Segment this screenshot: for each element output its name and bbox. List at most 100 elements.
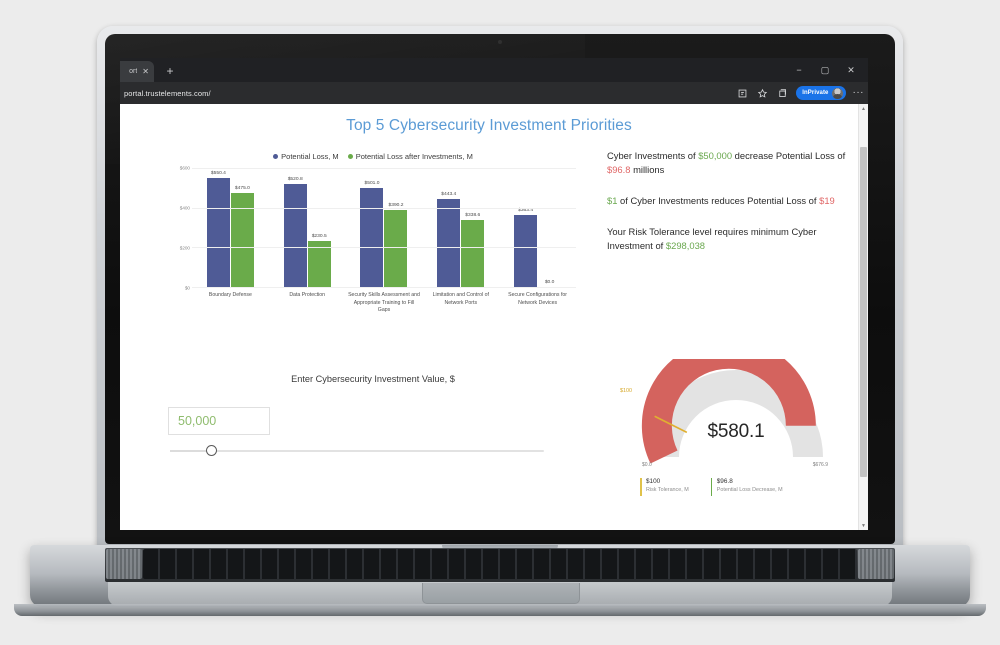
immersive-reader-icon[interactable] [736,87,749,100]
browser-address-bar[interactable]: portal.trustelements.com/ InPrivate ··· [120,82,868,104]
x-axis-tick: Secure Configurations for Network Device… [508,292,567,306]
bar[interactable]: $501.0 [360,181,384,287]
gauge-legend-item-1: $96.8 Potential Loss Decrease, M [710,477,783,496]
bar-value-label: $338.6 [465,212,481,218]
insight-value: $96.8 [607,163,631,175]
insight-text: Cyber Investments of [607,150,699,161]
bar-value-label: $363.4 [518,207,534,213]
gauge-legend-value: $100 [646,478,661,485]
laptop-foot [14,604,986,616]
y-axis-tick: $200 [179,245,190,251]
gauge-legend-color-bar [710,478,713,496]
y-axis-tick: $0 [184,285,190,291]
inprivate-label: InPrivate [802,90,829,96]
gridline [192,287,576,288]
avatar [831,87,843,99]
gauge-legend-label: Risk Tolerance, M [646,486,689,493]
investment-value-input[interactable]: 50,000 [168,407,270,435]
bar-group: $501.0 $390.2 [346,168,423,287]
insight-paragraph-1: $1 of Cyber Investments reduces Potentia… [607,194,847,208]
bar-group: $550.4 $475.0 [192,168,269,287]
investment-slider-block: Enter Cybersecurity Investment Value, $ … [168,374,578,456]
insight-value: $298,038 [665,239,705,251]
browser-settings-menu-icon[interactable]: ··· [853,88,865,98]
laptop-device: ort ✕ + − ▢ ✕ portal.trustelements.com/ [0,0,1000,645]
legend-label: Potential Loss, M [281,152,339,161]
gauge-legend-label: Potential Loss Decrease, M [716,486,783,493]
x-axis-labels: Boundary Defense Data Protection Security … [192,292,576,315]
webcam-icon [498,40,502,44]
bar-group: $443.4 $338.6 [422,168,499,287]
bar[interactable]: $363.4 [514,208,538,287]
window-controls: − ▢ ✕ [786,60,864,80]
gauge-legend-item-0: $100 Risk Tolerance, M [640,477,689,496]
x-axis-tick: Data Protection [289,292,326,298]
insight-text: decrease Potential Loss of [732,150,846,161]
gridline [192,207,576,209]
insight-value: $1 [607,194,618,206]
y-axis-tick: $400 [179,205,190,211]
insight-paragraph-2: Your Risk Tolerance level requires minim… [607,225,847,253]
insight-text: of Cyber Investments reduces Potential L… [617,194,820,206]
tab-title: ort [129,68,138,75]
bar-value-label: $501.0 [364,180,380,186]
bar-value-label: $550.4 [210,170,226,176]
gridline [192,247,576,249]
toolbar-actions: InPrivate ··· [736,82,864,104]
plot: $550.4 $475.0 $520.8 $230.5 $501.0 $390.2 $443… [192,168,576,288]
gauge-legend-value: $96.8 [716,478,733,485]
collections-icon[interactable] [776,87,789,100]
bar-value-label: $230.5 [311,234,327,240]
x-axis-tick: Security Skills Assessment and Appropria… [348,292,420,314]
y-axis-labels: $0 $200 $400 $600 [168,166,190,291]
bar-value-label: $0.0 [544,280,555,285]
insight-paragraph-0: Cyber Investments of $50,000 decrease Po… [607,149,847,177]
legend-item-1: Potential Loss after Investments, M [347,152,473,161]
scroll-up-icon[interactable]: ▲ [859,104,868,113]
gauge-arc [641,359,823,464]
browser-window: ort ✕ + − ▢ ✕ portal.trustelements.com/ [120,58,868,530]
browser-tab[interactable]: ort ✕ [120,61,154,82]
dashboard-page: Top 5 Cybersecurity Investment Prioritie… [120,104,858,530]
keyboard-keys [143,549,857,579]
legend-color-swatch [273,154,279,159]
x-axis-tick: Limitation and Control of Network Ports [432,292,489,306]
bar[interactable]: $520.8 [283,177,307,287]
bar-group: $363.4 $0.0 [499,168,576,287]
insight-value: $19 [819,194,835,206]
insight-value: $50,000 [698,150,733,161]
bar-value-label: $443.4 [441,192,457,198]
bar-group: $520.8 $230.5 [269,168,346,287]
inprivate-badge[interactable]: InPrivate [796,86,846,100]
page-scrollbar[interactable]: ▲ ▼ [858,104,868,530]
window-maximize-button[interactable]: ▢ [812,60,838,80]
url-text: portal.trustelements.com/ [124,88,211,98]
gridline [192,168,576,169]
page-title: Top 5 Cybersecurity Investment Prioritie… [346,117,632,134]
scroll-down-icon[interactable]: ▼ [859,521,868,530]
bar[interactable]: $443.4 [437,192,461,287]
scrollbar-thumb[interactable] [860,147,867,477]
window-minimize-button[interactable]: − [786,60,812,80]
window-close-button[interactable]: ✕ [838,60,864,80]
browser-viewport: Top 5 Cybersecurity Investment Prioritie… [120,104,868,530]
chart-plot-area: $0 $200 $400 $600 $550.4 $475.0 $520.8 $230.5 $… [168,166,578,291]
slider-track[interactable] [170,445,544,456]
slider-label: Enter Cybersecurity Investment Value, $ [291,374,455,384]
bar[interactable]: $550.4 [206,171,230,287]
speaker-right [858,549,894,579]
favorites-star-icon[interactable] [756,87,769,100]
insights-panel: Cyber Investments of $50,000 decrease Po… [607,149,847,270]
gauge-legend-color-bar [640,478,642,496]
new-tab-button[interactable]: + [162,63,178,79]
bar-groups: $550.4 $475.0 $520.8 $230.5 $501.0 $390.2 $443… [192,168,576,287]
gauge-value: $580.1 [707,421,765,442]
gauge-max-label: $676.9 [812,462,828,468]
slider-thumb[interactable] [205,445,217,456]
tab-close-icon[interactable]: ✕ [142,67,149,76]
legend-label: Potential Loss after Investments, M [355,152,473,161]
bar-chart: Potential Loss, M Potential Loss after In… [168,152,578,392]
browser-tabstrip: ort ✕ + − ▢ ✕ [120,58,868,82]
bar[interactable]: $338.6 [461,213,485,287]
chart-legend: Potential Loss, M Potential Loss after In… [168,152,578,161]
